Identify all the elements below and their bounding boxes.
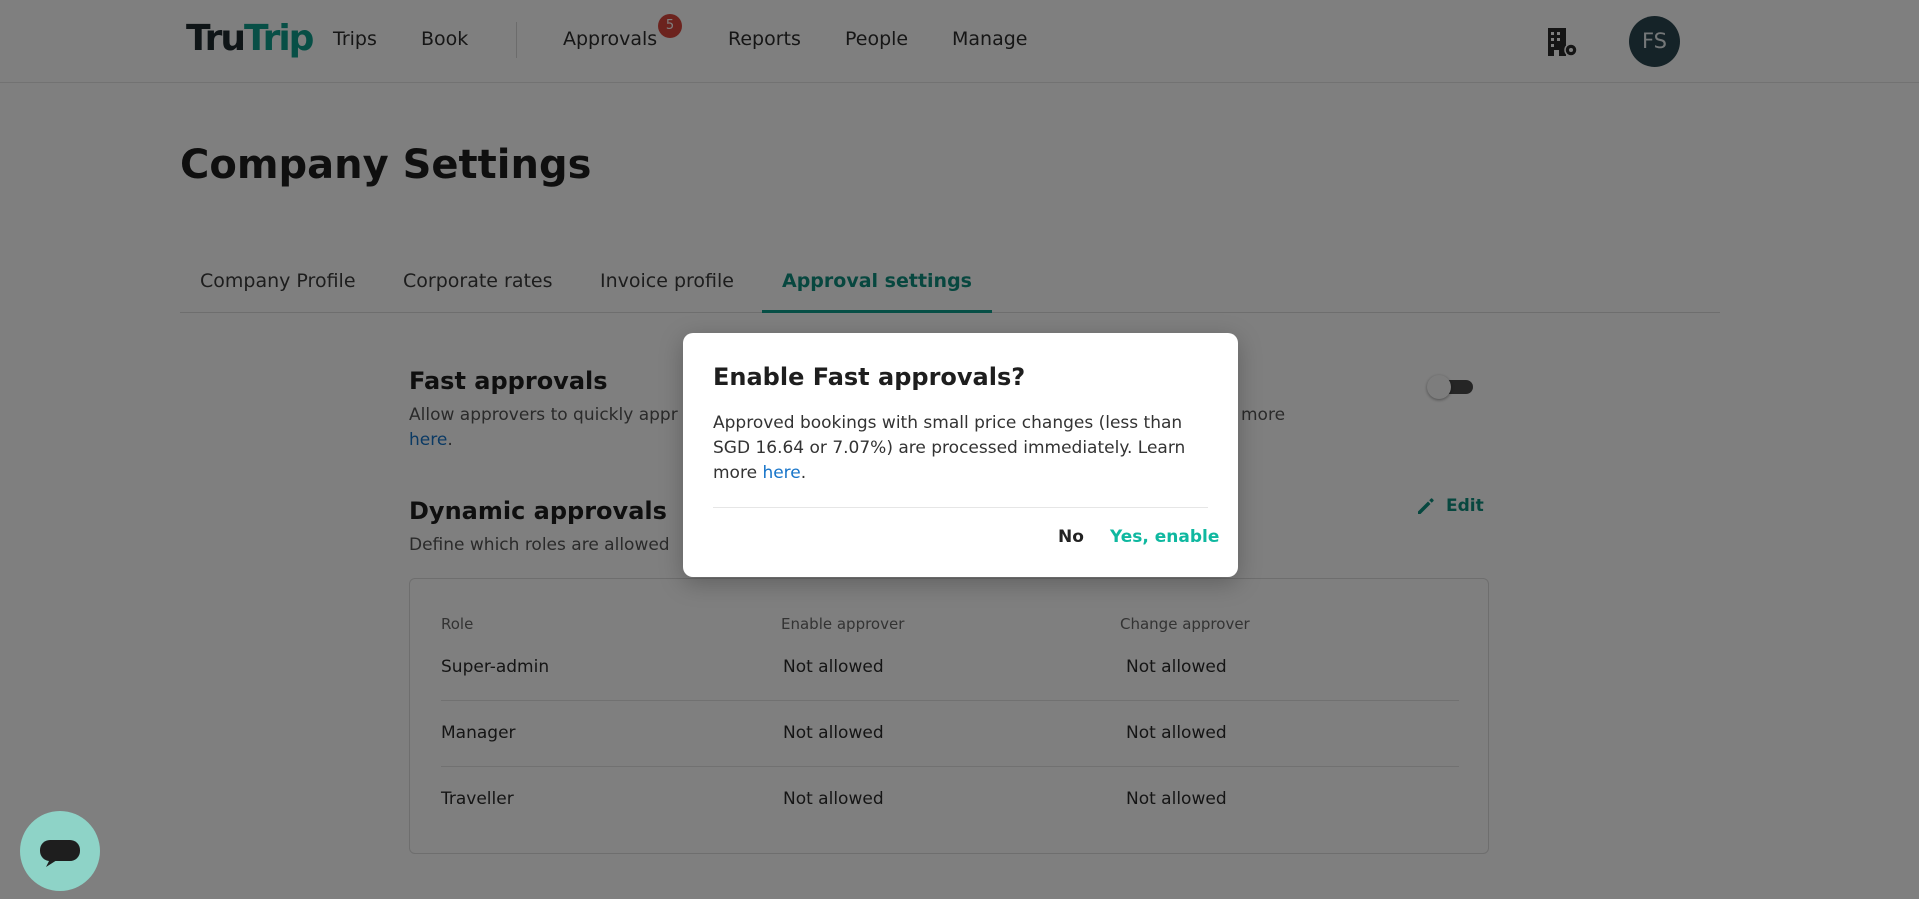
dialog-title: Enable Fast approvals? — [713, 363, 1026, 391]
chat-bubble-icon — [40, 840, 80, 867]
enable-fast-approvals-dialog: Enable Fast approvals? Approved bookings… — [683, 333, 1238, 577]
dialog-body: Approved bookings with small price chang… — [713, 411, 1213, 486]
dialog-body-period: . — [800, 463, 807, 483]
page: TruTrip Trips Book Approvals 5 Reports P… — [0, 0, 1919, 899]
yes-enable-button[interactable]: Yes, enable — [1110, 527, 1219, 547]
dialog-divider — [713, 507, 1208, 508]
no-button[interactable]: No — [1058, 527, 1084, 547]
chat-launcher-button[interactable] — [20, 811, 100, 891]
dialog-learn-more-link[interactable]: here — [762, 463, 800, 483]
